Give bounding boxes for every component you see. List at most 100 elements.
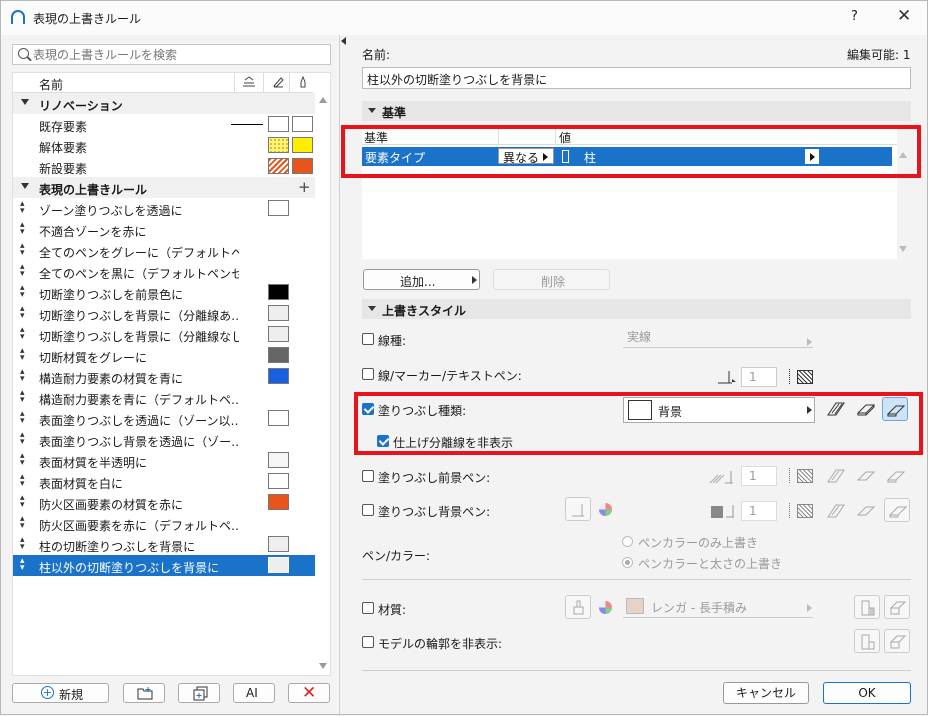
add-criterion-button[interactable]: 追加... <box>363 269 480 290</box>
bg-pen-button[interactable] <box>565 497 591 521</box>
drag-handle-icon[interactable]: ▴ ▾ <box>20 389 25 405</box>
list-scrollbar[interactable] <box>316 93 330 675</box>
duplicate-button[interactable] <box>178 683 220 703</box>
list-item[interactable]: 解体要素 <box>13 135 315 156</box>
ok-button[interactable]: OK <box>823 682 911 704</box>
fill-fg-pen-field[interactable]: 1 <box>741 466 777 486</box>
cut-fill-icon[interactable] <box>826 468 846 484</box>
list-item[interactable]: ▴ ▾ 切断材質をグレーに <box>13 345 315 366</box>
list-item[interactable]: 新設要素 <box>13 156 315 177</box>
group-override-rules[interactable]: 表現の上書きルール + <box>13 177 315 198</box>
help-button[interactable]: ? <box>851 9 858 24</box>
list-item[interactable]: ▴ ▾ 不適合ゾーンを赤に <box>13 219 315 240</box>
list-item[interactable]: 既存要素 <box>13 114 315 135</box>
hide-contour-checkbox[interactable] <box>362 636 374 648</box>
new-folder-button[interactable] <box>123 683 165 703</box>
scroll-down-icon[interactable] <box>319 663 327 669</box>
scroll-down-icon[interactable] <box>899 246 907 252</box>
fill-bg-pen-checkbox[interactable] <box>362 504 374 516</box>
drag-handle-icon[interactable]: ▴ ▾ <box>20 368 25 384</box>
list-item[interactable]: ▴ ▾ 構造耐力要素の材質を青に <box>13 366 315 387</box>
list-item[interactable]: ▴ ▾ 表面材質を半透明に <box>13 450 315 471</box>
drag-handle-icon[interactable]: ▴ ▾ <box>20 263 25 279</box>
fill-fg-pen-checkbox[interactable] <box>362 470 374 482</box>
drag-handle-icon[interactable]: ▴ ▾ <box>20 284 25 300</box>
pen-color-swatch[interactable] <box>797 469 813 483</box>
rename-button[interactable]: AI <box>233 683 275 703</box>
drag-handle-icon[interactable]: ▴ ▾ <box>20 347 25 363</box>
contour-cut-button[interactable] <box>854 629 880 653</box>
fill-bg-pen-field[interactable]: 1 <box>741 501 777 521</box>
drag-handle-icon[interactable]: ▴ ▾ <box>20 410 25 426</box>
name-field[interactable]: 柱以外の切断塗りつぶしを背景に <box>362 67 911 89</box>
drag-handle-icon[interactable]: ▴ ▾ <box>20 305 25 321</box>
color-wheel-icon[interactable] <box>598 502 613 517</box>
pane-divider[interactable] <box>339 35 340 716</box>
drag-handle-icon[interactable]: ▴ ▾ <box>20 221 25 237</box>
list-item[interactable]: ▴ ▾ 構造耐力要素を青に（デフォルトペ… <box>13 387 315 408</box>
contour-surface-button[interactable] <box>884 629 910 653</box>
add-rule-icon[interactable]: + <box>298 178 311 196</box>
cover-fill-icon[interactable] <box>856 503 876 519</box>
line-type-dropdown[interactable]: 実線 <box>623 326 813 348</box>
drag-handle-icon[interactable]: ▴ ▾ <box>20 557 25 573</box>
collapse-icon[interactable] <box>368 108 376 113</box>
list-item[interactable]: ▴ ▾ 表面塗りつぶし背景を透過に（ゾー… <box>13 429 315 450</box>
list-item[interactable]: ▴▾ 全てのペンをグレーに（デフォルトペン… <box>13 240 315 261</box>
list-item[interactable]: ▴▾ 全てのペンを黒に（デフォルトペンセッ… <box>13 261 315 282</box>
pen-color-swatch[interactable] <box>797 370 813 384</box>
drag-handle-icon[interactable]: ▴ ▾ <box>20 242 25 258</box>
material-cut-button[interactable] <box>854 595 880 619</box>
surface-fill-icon[interactable] <box>886 468 906 484</box>
override-style-section-header[interactable]: 上書きスタイル <box>362 299 911 319</box>
group-renovation[interactable]: リノベーション <box>13 93 315 114</box>
list-item[interactable]: ▴ ▾ 切断塗りつぶしを背景に（分離線なし <box>13 324 315 345</box>
collapse-icon[interactable] <box>21 99 29 105</box>
delete-criterion-button[interactable]: 削除 <box>493 269 610 290</box>
list-item[interactable]: ▴ ▾ 切断塗りつぶしを前景色に <box>13 282 315 303</box>
color-wheel-icon[interactable] <box>598 600 613 615</box>
drag-handle-icon[interactable]: ▴ ▾ <box>20 473 25 489</box>
pen-color-swatch[interactable] <box>797 504 813 518</box>
cancel-button[interactable]: キャンセル <box>723 682 809 704</box>
pen-color-only-radio[interactable] <box>622 536 633 547</box>
collapse-icon[interactable] <box>368 306 376 311</box>
cut-fill-icon[interactable] <box>826 503 846 519</box>
list-item[interactable]: ▴ ▾ 防火区画要素を赤に（デフォルトペ… <box>13 513 315 534</box>
pen-color-weight-radio[interactable] <box>622 557 633 568</box>
cover-fill-icon[interactable] <box>856 401 876 417</box>
search-box[interactable] <box>12 44 331 65</box>
list-item[interactable]: ▴ ▾ 柱の切断塗りつぶしを背景に <box>13 534 315 555</box>
scroll-up-icon[interactable] <box>319 97 327 103</box>
material-dropdown[interactable]: レンガ - 長手積み <box>623 596 813 618</box>
material-surface-button[interactable] <box>884 595 910 619</box>
cover-fill-icon[interactable] <box>856 468 876 484</box>
fill-type-checkbox[interactable] <box>362 403 374 415</box>
surface-fill-button[interactable] <box>882 397 908 421</box>
search-input[interactable] <box>33 47 323 62</box>
delete-button[interactable]: ✕ <box>288 683 330 703</box>
list-item[interactable]: ▴ ▾ 柱以外の切断塗りつぶしを背景に <box>13 555 315 576</box>
collapse-icon[interactable] <box>21 183 29 189</box>
drag-handle-icon[interactable]: ▴ ▾ <box>20 200 25 216</box>
line-pen-field[interactable]: 1 <box>741 367 777 387</box>
fill-type-dropdown[interactable]: 背景 <box>623 397 815 423</box>
criteria-section-header[interactable]: 基準 <box>362 101 911 121</box>
drag-handle-icon[interactable]: ▴ ▾ <box>20 431 25 447</box>
drag-handle-icon[interactable]: ▴ ▾ <box>20 452 25 468</box>
material-checkbox[interactable] <box>362 602 374 614</box>
drag-handle-icon[interactable]: ▴ ▾ <box>20 536 25 552</box>
close-button[interactable]: ✕ <box>897 6 911 26</box>
drag-handle-icon[interactable]: ▴ ▾ <box>20 494 25 510</box>
list-item[interactable]: ▴ ▾ ゾーン塗りつぶしを透過に <box>13 198 315 219</box>
line-pen-checkbox[interactable] <box>362 368 374 380</box>
paint-bucket-button[interactable] <box>565 595 591 619</box>
list-item[interactable]: ▴ ▾ 切断塗りつぶしを背景に（分離線あ… <box>13 303 315 324</box>
drag-handle-icon[interactable]: ▴ ▾ <box>20 326 25 342</box>
drag-handle-icon[interactable]: ▴ ▾ <box>20 515 25 531</box>
surface-fill-button[interactable] <box>884 498 910 522</box>
new-rule-button[interactable]: + 新規 <box>12 683 109 703</box>
list-item[interactable]: ▴ ▾ 表面塗りつぶしを透過に（ゾーン以… <box>13 408 315 429</box>
list-item[interactable]: ▴ ▾ 防火区画要素の材質を赤に <box>13 492 315 513</box>
line-type-checkbox[interactable] <box>362 333 374 345</box>
